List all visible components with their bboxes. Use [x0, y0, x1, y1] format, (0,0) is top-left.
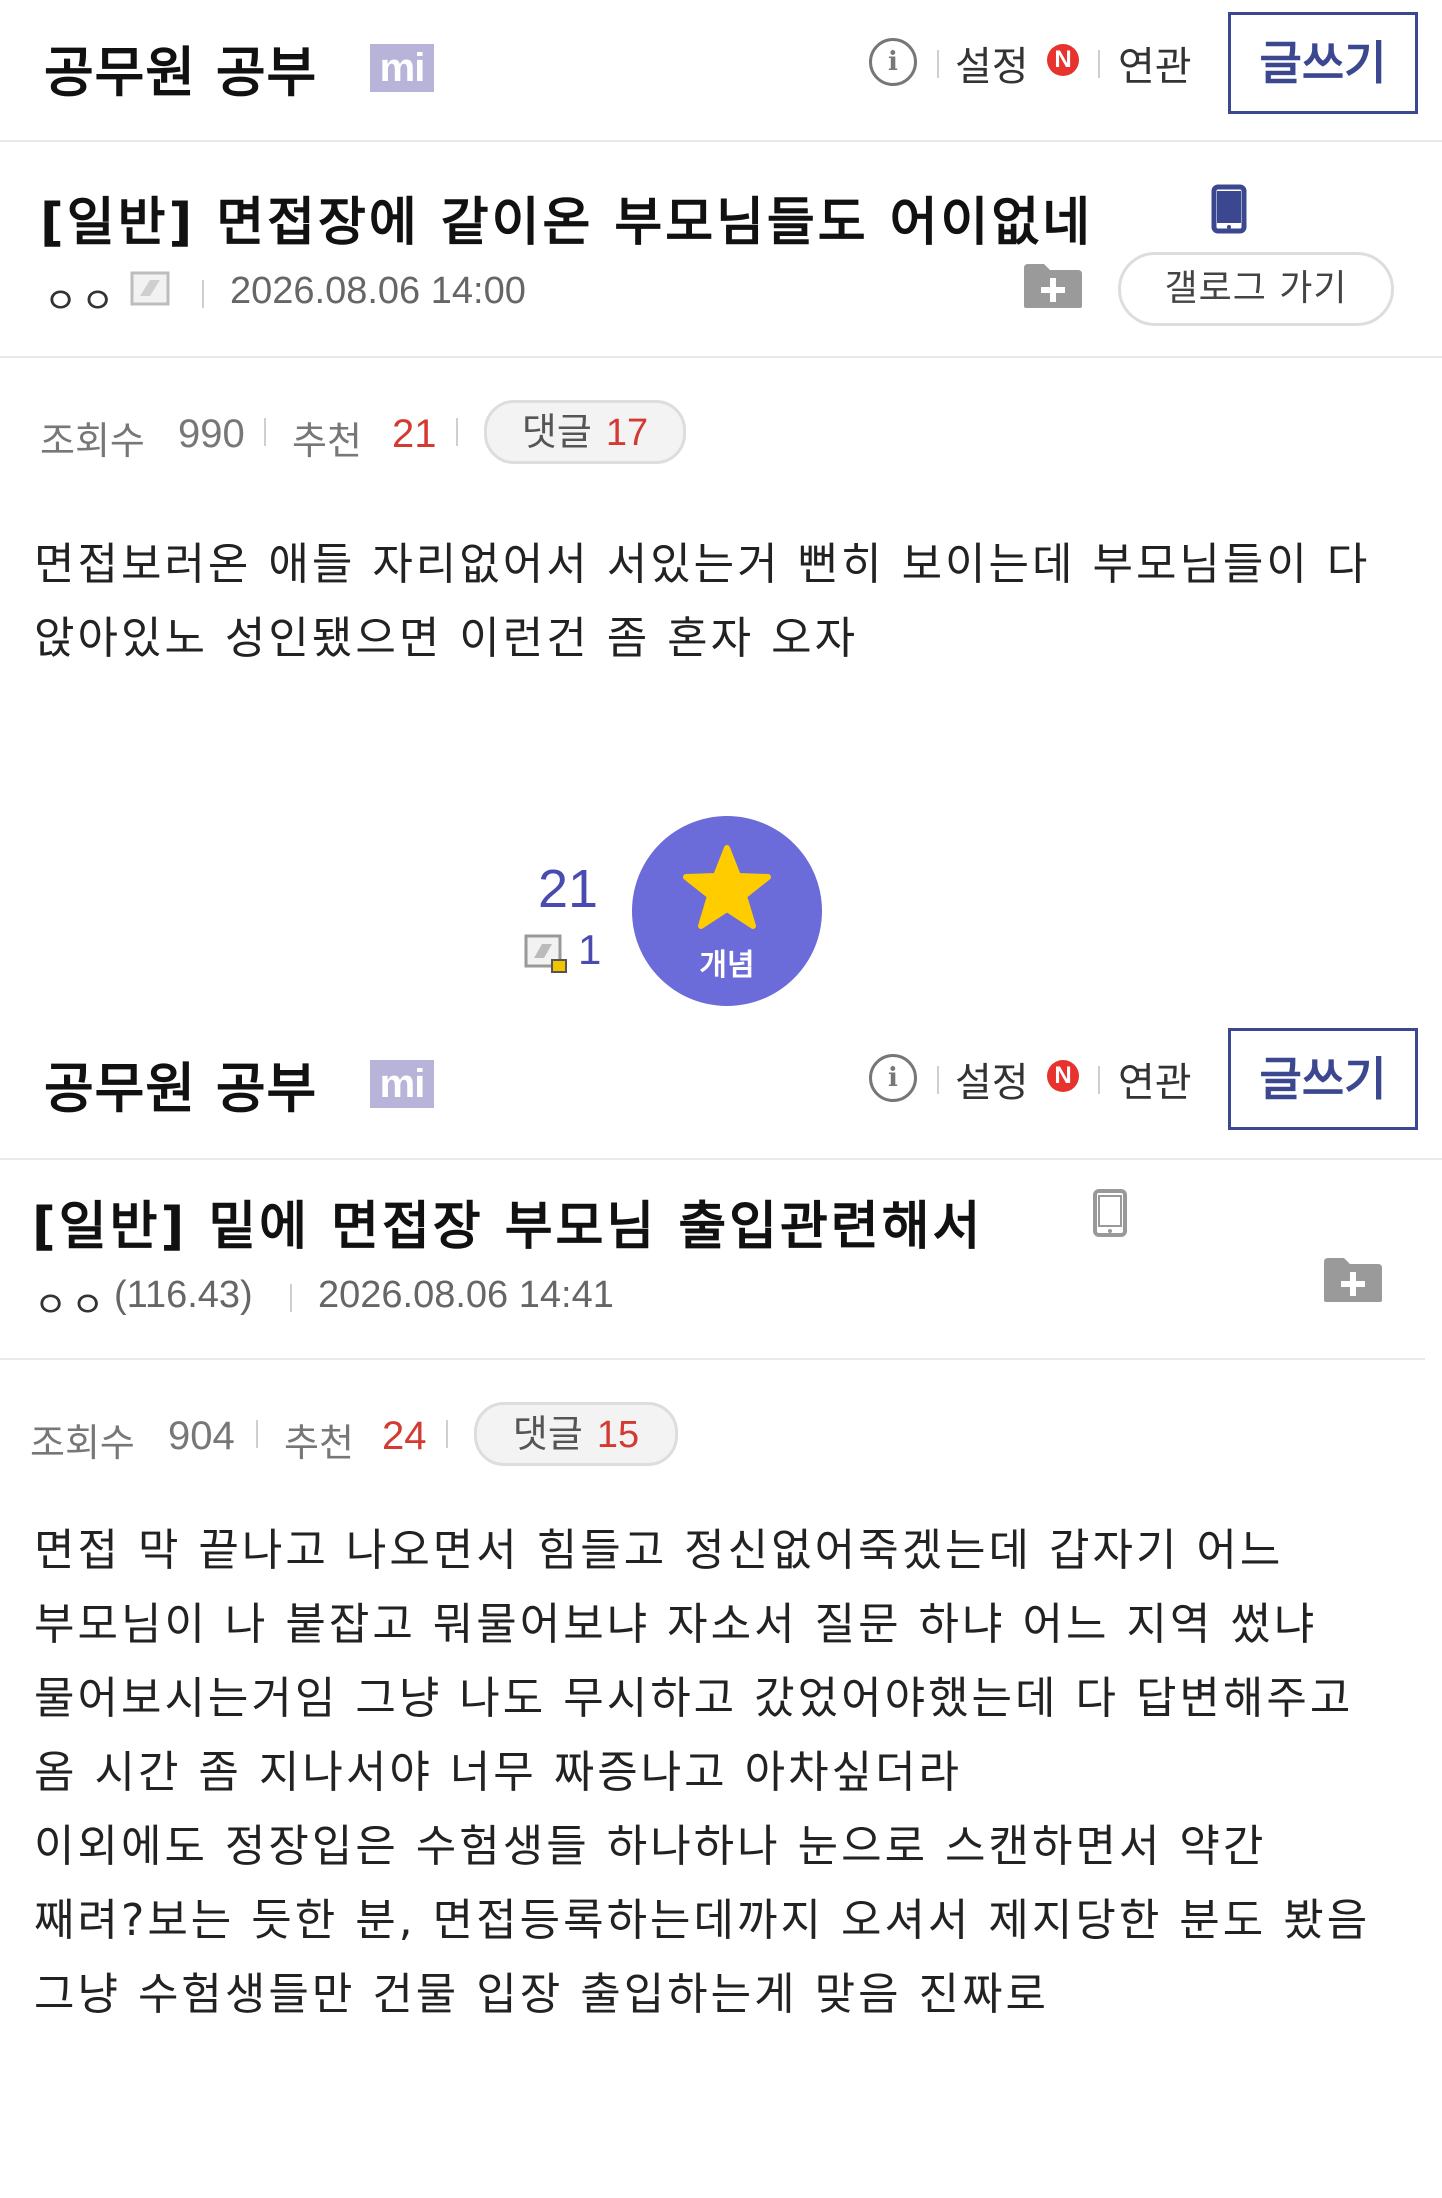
- meta-divider: [0, 1358, 1425, 1360]
- write-button[interactable]: 글쓰기: [1228, 12, 1418, 114]
- post-title: [일반] 면접장에 같이온 부모님들도 어이없네: [40, 193, 1094, 253]
- recommend-label: 추천: [284, 1421, 354, 1465]
- write-button[interactable]: 글쓰기: [1228, 1028, 1418, 1130]
- divider: [202, 280, 204, 308]
- settings-link[interactable]: 설정: [955, 34, 1029, 92]
- divider: [456, 418, 458, 446]
- post-body: 면접보러온 애들 자리없어서 서있는거 뻔히 보이는데 부모님들이 다 앉아있노…: [34, 528, 1404, 676]
- post-body: 면접 막 끝나고 나오면서 힘들고 정신없어죽겠는데 갑자기 어느 부모님이 나…: [34, 1514, 1394, 2032]
- fixed-recommend-count: 1: [578, 926, 602, 973]
- minor-gallery-badge: mi: [370, 1060, 434, 1108]
- minor-gallery-badge: mi: [370, 44, 434, 92]
- header-divider: [0, 140, 1442, 142]
- recommend-button-label: 개념: [699, 948, 755, 983]
- related-link[interactable]: 연관: [1118, 1050, 1192, 1108]
- header-divider: [0, 1158, 1442, 1160]
- info-icon[interactable]: i: [869, 38, 917, 86]
- post-datetime: 2026.08.06 14:41: [318, 1274, 614, 1316]
- new-badge: N: [1047, 44, 1079, 76]
- comments-label: 댓글: [521, 410, 592, 454]
- comments-button[interactable]: 댓글 17: [484, 400, 686, 464]
- divider: [256, 1420, 258, 1448]
- gallog-button[interactable]: 갤로그 가기: [1118, 252, 1394, 326]
- recommend-count: 21: [392, 412, 437, 456]
- new-badge: N: [1047, 1060, 1079, 1092]
- gallog-member-icon: [130, 271, 170, 306]
- gallery-name[interactable]: 공무원 공부: [44, 28, 317, 107]
- comments-count: 15: [596, 1414, 640, 1456]
- folder-add-icon[interactable]: [1022, 262, 1084, 310]
- views-label: 조회수: [40, 419, 145, 463]
- folder-add-icon[interactable]: [1322, 1256, 1384, 1304]
- recommend-count: 24: [382, 1414, 427, 1458]
- mobile-phone-icon: [1093, 1189, 1127, 1237]
- comments-label: 댓글: [512, 1412, 583, 1456]
- author-ip: (116.43): [114, 1274, 253, 1316]
- related-link[interactable]: 연관: [1118, 34, 1192, 92]
- divider: [1098, 50, 1100, 78]
- gallery-name[interactable]: 공무원 공부: [44, 1044, 317, 1123]
- recommend-button[interactable]: 개념: [632, 816, 822, 1006]
- views-label: 조회수: [30, 1421, 135, 1465]
- views-count: 904: [168, 1414, 235, 1458]
- info-icon[interactable]: i: [869, 1054, 917, 1102]
- body-paragraph: 이외에도 정장입은 수험생들 하나하나 눈으로 스캔하면서 약간 째려?보는 듯…: [34, 1821, 1388, 2020]
- divider: [937, 50, 939, 78]
- divider: [446, 1420, 448, 1448]
- divider: [937, 1066, 939, 1094]
- views-count: 990: [178, 412, 245, 456]
- mobile-phone-icon: [1211, 184, 1247, 234]
- comments-button[interactable]: 댓글 15: [474, 1402, 678, 1466]
- fixed-member-icon: [524, 934, 567, 973]
- body-paragraph: 면접 막 끝나고 나오면서 힘들고 정신없어죽겠는데 갑자기 어느 부모님이 나…: [34, 1525, 1371, 1798]
- settings-link[interactable]: 설정: [955, 1050, 1029, 1108]
- post-datetime: 2026.08.06 14:00: [230, 270, 526, 312]
- body-paragraph: 면접보러온 애들 자리없어서 서있는거 뻔히 보이는데 부모님들이 다 앉아있노…: [34, 539, 1388, 664]
- star-icon: [683, 845, 771, 929]
- author-name[interactable]: ㅇㅇ: [34, 1276, 108, 1328]
- recommend-label: 추천: [292, 419, 362, 463]
- author-name[interactable]: ㅇㅇ: [44, 272, 118, 324]
- divider: [264, 418, 266, 446]
- divider: [290, 1284, 292, 1312]
- divider: [1098, 1066, 1100, 1094]
- recommend-total: 21: [538, 859, 599, 919]
- post-title: [일반] 밑에 면접장 부모님 출입관련해서: [32, 1197, 984, 1257]
- comments-count: 17: [605, 412, 649, 454]
- meta-divider: [0, 356, 1442, 358]
